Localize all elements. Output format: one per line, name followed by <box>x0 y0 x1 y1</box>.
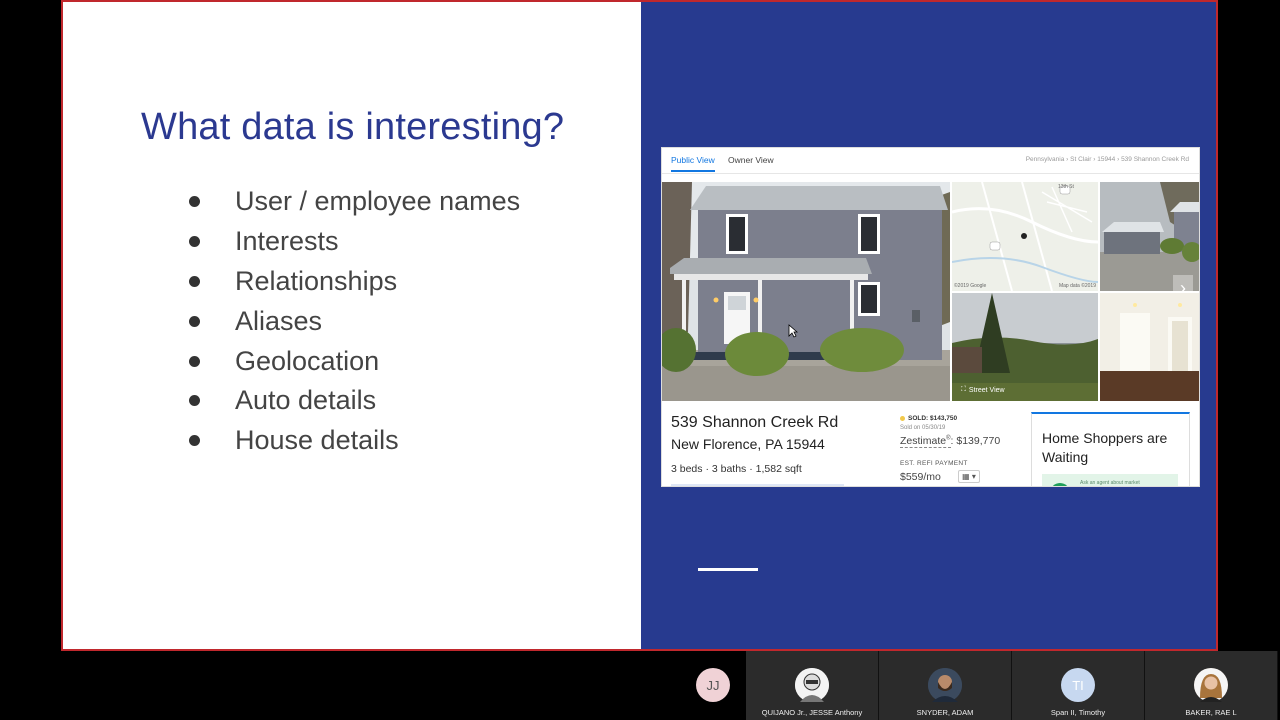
avatar <box>928 668 962 702</box>
house-specs: 3 beds · 3 baths · 1,582 sqft <box>671 463 802 475</box>
participant-tile[interactable]: SNYDER, ADAM <box>879 651 1012 720</box>
zestimate-label[interactable]: Zestimate® <box>900 435 951 448</box>
bullet-dot-icon <box>189 315 200 327</box>
location-map[interactable]: 13th St ©2019 Google Map data ©2019 <box>952 182 1098 291</box>
tab-owner-view[interactable]: Owner View <box>728 155 774 165</box>
list-item: Aliases <box>189 301 520 341</box>
tab-public-view[interactable]: Public View <box>671 155 715 172</box>
refi-value: $559/mo <box>900 471 941 483</box>
bullet-dot-icon <box>189 196 200 208</box>
bullet-dot-icon <box>189 355 200 367</box>
address-city: New Florence, PA 15944 <box>671 436 825 452</box>
mouse-cursor-icon <box>788 324 798 338</box>
bullet-dot-icon <box>189 275 200 287</box>
interior-photo-image <box>1100 293 1199 401</box>
calculator-icon[interactable]: ▦ ▾ <box>958 470 980 483</box>
specs-divider <box>671 484 844 486</box>
bullet-dot-icon <box>189 236 200 248</box>
sold-dot-icon <box>900 416 905 421</box>
slide-left-panel: What data is interesting? User / employe… <box>63 2 641 649</box>
participant-name: SNYDER, ADAM <box>916 708 974 717</box>
avatar <box>1194 668 1228 702</box>
garage-photo[interactable]: › <box>1100 182 1199 291</box>
bullet-text: Aliases <box>235 305 323 336</box>
street-view-icon: ⛶ <box>961 386 966 393</box>
list-item: User / employee names <box>189 182 520 222</box>
breadcrumb: Pennsylvania › St Clair › 15944 › 539 Sh… <box>1025 156 1189 163</box>
sold-status: SOLD: $143,750 <box>900 415 957 422</box>
address-street: 539 Shannon Creek Rd <box>671 414 839 431</box>
listing-screenshot: Public View Owner View Pennsylvania › St… <box>661 147 1200 487</box>
avatar-face-icon <box>928 668 962 702</box>
zestimate-value: : $139,770 <box>950 435 1001 447</box>
slide-right-panel: Public View Owner View Pennsylvania › St… <box>641 2 1216 649</box>
bullet-text: Geolocation <box>235 345 380 376</box>
house-photo[interactable] <box>662 182 950 401</box>
avatar <box>795 668 829 702</box>
agent-icon <box>1050 483 1070 486</box>
avatar-face-icon <box>1194 668 1228 702</box>
avatar: JJ <box>696 668 730 702</box>
participant-tile[interactable]: QUIJANO Jr., JESSE Anthony <box>746 651 879 720</box>
map-copyright: ©2019 Google <box>954 283 987 289</box>
home-shoppers-card: Home Shoppers are Waiting Ask an agent a… <box>1031 412 1190 486</box>
avatar: TI <box>1061 668 1095 702</box>
map-image <box>952 182 1098 291</box>
street-view-label: ⛶ Street View <box>961 386 1005 394</box>
house-photo-image <box>662 182 950 401</box>
bullet-dot-icon <box>189 395 200 407</box>
participant-strip: JJ QUIJANO Jr., JESSE Anthony SNYDER, AD… <box>680 651 1280 720</box>
participant-tile[interactable]: BAKER, RAE L <box>1145 651 1278 720</box>
bullet-text: Relationships <box>235 265 398 296</box>
listing-topbar: Public View Owner View Pennsylvania › St… <box>662 148 1199 174</box>
participant-name: BAKER, RAE L <box>1185 708 1237 717</box>
participant-name: QUIJANO Jr., JESSE Anthony <box>761 708 863 717</box>
list-item: Geolocation <box>189 341 520 381</box>
map-street-label: 13th St <box>1058 184 1074 190</box>
presentation-slide: What data is interesting? User / employe… <box>61 0 1218 651</box>
interior-photo[interactable] <box>1100 293 1199 401</box>
participant-name: Span II, Timothy <box>1050 708 1106 717</box>
bullet-text: Auto details <box>235 385 377 416</box>
list-item: Relationships <box>189 262 520 302</box>
street-view-image <box>952 293 1098 401</box>
bullet-text: House details <box>235 425 399 456</box>
bullet-list: User / employee names Interests Relation… <box>189 182 520 461</box>
avatar-face-icon <box>795 668 829 702</box>
list-item: House details <box>189 421 520 461</box>
participant-tile[interactable]: TI Span II, Timothy <box>1012 651 1145 720</box>
list-item: Interests <box>189 222 520 262</box>
participant-tile[interactable]: JJ <box>680 651 746 720</box>
zestimate: Zestimate®: $139,770 <box>900 435 1001 448</box>
refi-label: EST. REFI PAYMENT <box>900 460 968 467</box>
next-photo-arrow-icon[interactable]: › <box>1173 275 1193 291</box>
slide-accent-bar <box>698 568 758 571</box>
shoppers-title: Home Shoppers are Waiting <box>1042 430 1168 465</box>
list-item: Auto details <box>189 381 520 421</box>
street-view-photo[interactable]: ⛶ Street View <box>952 293 1098 401</box>
slide-title: What data is interesting? <box>141 106 565 148</box>
map-data-label: Map data ©2019 <box>1058 283 1096 289</box>
bullet-text: Interests <box>235 226 339 257</box>
shoppers-banner[interactable]: Ask an agent about market <box>1042 474 1178 486</box>
bullet-dot-icon <box>189 435 200 447</box>
shoppers-banner-text: Ask an agent about market <box>1080 480 1140 486</box>
bullet-text: User / employee names <box>235 186 521 217</box>
sold-date: Sold on 05/30/19 <box>900 425 946 431</box>
